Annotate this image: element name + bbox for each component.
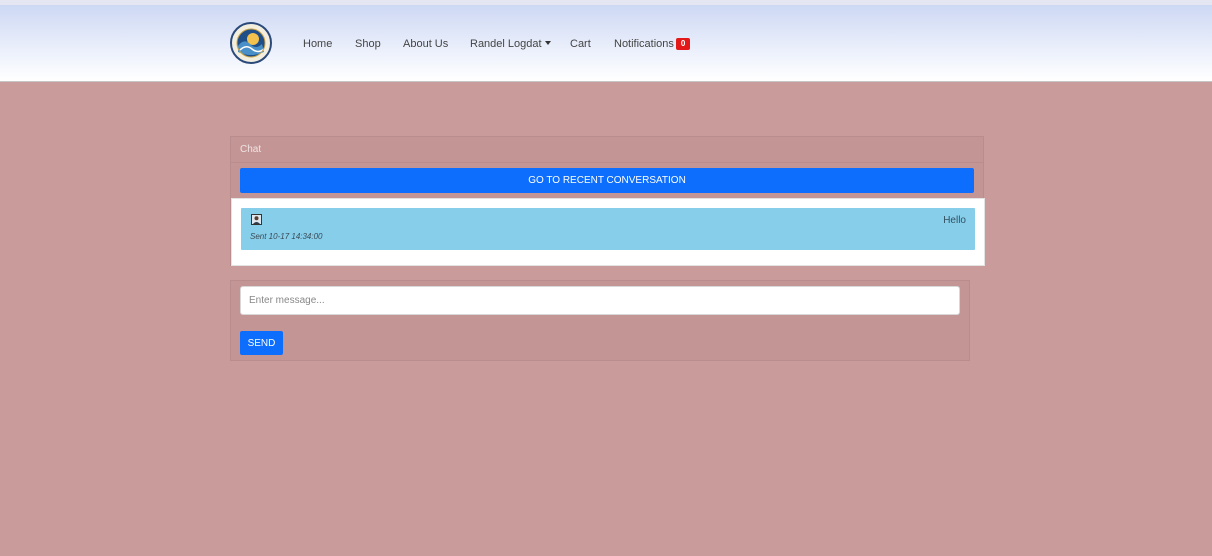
message-item: Sent 10-17 14:34:00 Hello [241, 208, 975, 250]
nav-user-dropdown[interactable]: Randel Logdat [470, 38, 551, 50]
caret-down-icon [544, 41, 551, 45]
nav-shop-link[interactable]: Shop [355, 38, 381, 50]
chat-card: Chat GO TO RECENT CONVERSATION Sent 10-1… [230, 136, 985, 266]
wave-seal-logo-icon[interactable] [230, 22, 272, 64]
go-to-recent-conversation-button[interactable]: GO TO RECENT CONVERSATION [240, 168, 974, 193]
user-name-label: Randel Logdat [470, 38, 542, 50]
message-input[interactable] [240, 286, 960, 315]
message-text: Hello [943, 215, 966, 226]
user-avatar-icon [251, 214, 262, 225]
nav-cart-link[interactable]: Cart [570, 38, 591, 50]
chat-header: Chat [231, 137, 983, 163]
message-timestamp: Sent 10-17 14:34:00 [250, 232, 323, 241]
nav-about-link[interactable]: About Us [403, 38, 448, 50]
send-button[interactable]: SEND [240, 331, 283, 355]
notifications-badge: 0 [675, 38, 691, 50]
nav-home-link[interactable]: Home [303, 38, 332, 50]
notifications-label: Notifications [614, 38, 674, 50]
messages-panel: Sent 10-17 14:34:00 Hello [231, 198, 985, 266]
navbar: Home Shop About Us Randel Logdat Cart No… [0, 5, 1212, 82]
nav-notifications-link[interactable]: Notifications 0 [614, 38, 691, 50]
compose-form: SEND [230, 280, 970, 361]
